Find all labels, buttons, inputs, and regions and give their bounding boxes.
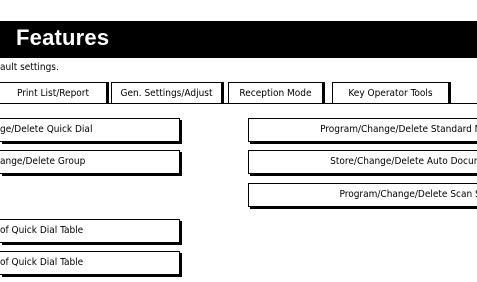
tab-label: Reception Mode: [239, 88, 312, 99]
auto-document-button[interactable]: Store/Change/Delete Auto Docume: [248, 150, 477, 174]
quick-dial-table-button-2[interactable]: of Quick Dial Table: [0, 251, 180, 275]
page-title: Features: [16, 25, 110, 50]
tab-print-list-report[interactable]: Print List/Report: [0, 82, 107, 104]
tab-key-operator-tools[interactable]: Key Operator Tools: [332, 82, 449, 104]
button-label: Store/Change/Delete Auto Docume: [330, 156, 477, 167]
subtitle-text: ault settings.: [0, 62, 59, 73]
tab-label: Print List/Report: [16, 88, 90, 99]
button-label: ge/Delete Quick Dial: [0, 124, 93, 135]
quick-dial-table-button-1[interactable]: of Quick Dial Table: [0, 219, 180, 243]
scan-size-button[interactable]: Program/Change/Delete Scan Siz: [248, 183, 477, 207]
button-label: of Quick Dial Table: [0, 257, 84, 268]
title-bar: Features: [0, 21, 477, 58]
tab-label: Gen. Settings/Adjust: [120, 88, 213, 99]
button-label: ange/Delete Group: [0, 156, 86, 167]
button-label: Program/Change/Delete Standard Me: [320, 124, 477, 135]
tab-gen-settings-adjust[interactable]: Gen. Settings/Adjust: [111, 82, 222, 104]
quick-dial-button[interactable]: ge/Delete Quick Dial: [0, 118, 180, 142]
button-label: Program/Change/Delete Scan Siz: [339, 189, 477, 200]
button-label: of Quick Dial Table: [0, 225, 84, 236]
tab-divider: [0, 103, 477, 104]
tab-reception-mode[interactable]: Reception Mode: [228, 82, 323, 104]
standard-message-button[interactable]: Program/Change/Delete Standard Me: [248, 118, 477, 142]
tab-label: Key Operator Tools: [348, 88, 433, 99]
group-button[interactable]: ange/Delete Group: [0, 150, 180, 174]
